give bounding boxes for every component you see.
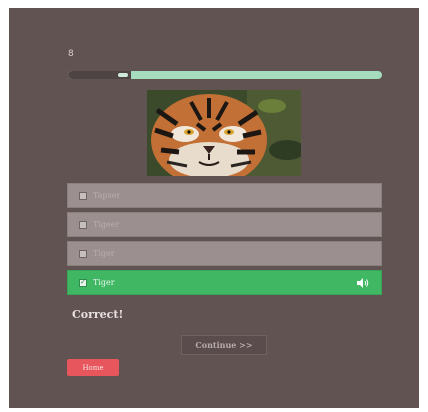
- tiger-illustration: [147, 90, 301, 176]
- answer-option-3[interactable]: Tiger: [67, 241, 382, 266]
- answer-option-label: Tiger: [93, 249, 115, 258]
- tiger-photo: [147, 90, 301, 176]
- question-counter: 8: [68, 49, 74, 59]
- quiz-screen: 8 Tapser Tigeer Tiger ✓ Tiger Correct! C…: [9, 8, 419, 408]
- feedback-message: Correct!: [72, 308, 124, 321]
- checkbox-icon[interactable]: [79, 191, 87, 200]
- continue-button[interactable]: Continue >>: [181, 335, 267, 355]
- home-button[interactable]: Home: [67, 359, 119, 376]
- checkbox-icon[interactable]: [79, 220, 87, 229]
- answer-option-2[interactable]: Tigeer: [67, 212, 382, 237]
- checkbox-checked-icon[interactable]: ✓: [79, 278, 87, 287]
- progress-bar: [68, 71, 382, 79]
- answer-option-4-correct[interactable]: ✓ Tiger: [67, 270, 382, 295]
- answer-option-1[interactable]: Tapser: [67, 183, 382, 208]
- answer-option-label: Tigeer: [93, 220, 120, 229]
- speaker-icon[interactable]: [357, 278, 369, 288]
- progress-knob: [117, 73, 128, 77]
- answer-option-label: Tapser: [93, 191, 121, 200]
- answer-option-label: Tiger: [93, 278, 115, 287]
- checkbox-icon[interactable]: [79, 249, 87, 258]
